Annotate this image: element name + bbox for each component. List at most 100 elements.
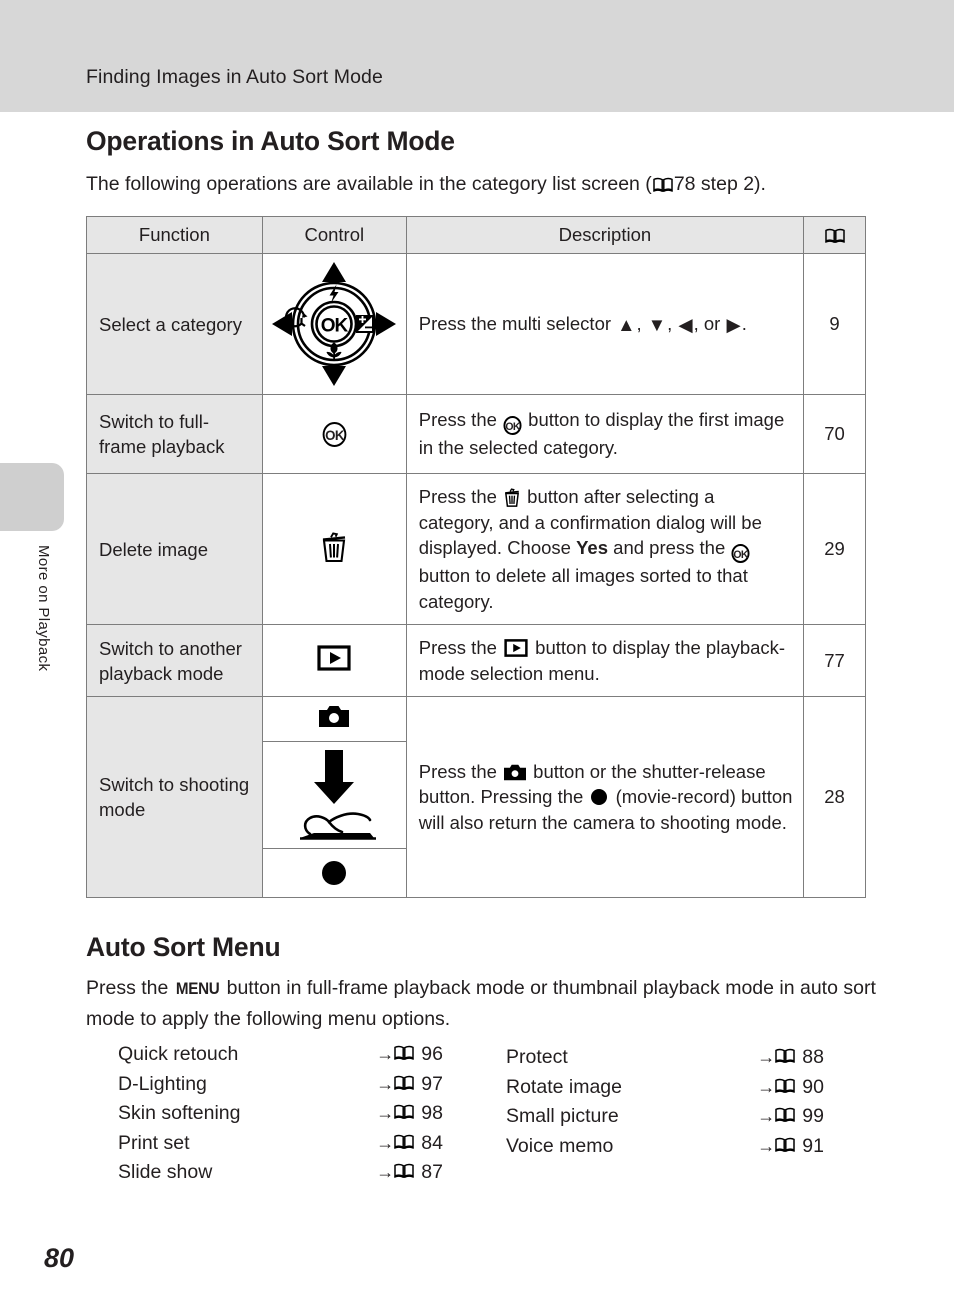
operations-lead-paragraph: The following operations are available i… xyxy=(86,169,886,199)
menu-option-label: Protect xyxy=(506,1046,568,1068)
arrow-right-icon: → xyxy=(376,1044,394,1064)
operations-section-heading: Operations in Auto Sort Mode xyxy=(86,126,455,156)
menu-option-page: 87 xyxy=(421,1161,443,1183)
menu-options-right-column: Protect → 88 Rotate image → 90 Small picture… xyxy=(506,1043,846,1161)
menu-option-row[interactable]: Small picture → 99 xyxy=(506,1102,824,1132)
row-reference-page: 70 xyxy=(803,394,866,474)
table-row: Select a category OK Press the multi sel… xyxy=(86,253,866,395)
row-description-full-frame-playback: Press the OK button to display the first… xyxy=(405,394,805,474)
row-reference-page: 29 xyxy=(803,473,866,625)
book-icon xyxy=(394,1134,415,1149)
desc-text-part1: Press the xyxy=(418,486,503,507)
row-control-shutter-release-button xyxy=(261,741,407,849)
book-icon xyxy=(775,1048,796,1063)
arrow-down-icon: ▼ xyxy=(647,313,667,335)
record-dot-icon xyxy=(322,861,347,885)
camera-icon xyxy=(319,706,350,727)
menu-option-row[interactable]: Protect → 88 xyxy=(506,1043,824,1073)
operations-lead-text-after: step 2). xyxy=(695,173,766,195)
ok-button-icon: OK xyxy=(503,416,522,436)
row-function-another-playback-mode: Switch to another playback mode xyxy=(86,624,263,697)
row-function-full-frame-playback: Switch to full-frame playback xyxy=(86,394,263,474)
row-description-shooting-mode: Press the button or the shutter-release … xyxy=(405,696,805,898)
ok-button-icon: OK xyxy=(322,421,347,447)
table-header-row: Function Control Description xyxy=(86,216,866,254)
book-icon xyxy=(775,1078,796,1093)
row-reference-page: 77 xyxy=(803,624,866,697)
menu-option-row[interactable]: D-Lighting → 97 xyxy=(118,1070,443,1100)
multi-selector-dial-icon: OK xyxy=(270,260,398,388)
arrow-right-icon: → xyxy=(376,1132,394,1153)
desc-text-part4: button to delete all images sorted to th… xyxy=(418,565,748,612)
menu-option-label: Slide show xyxy=(118,1161,213,1183)
menu-option-row[interactable]: Slide show → 87 xyxy=(118,1158,443,1188)
desc-text-part1: Press the multi selector xyxy=(418,312,617,334)
arrow-left-icon: ◀ xyxy=(678,313,693,335)
menu-option-label: Quick retouch xyxy=(118,1043,239,1065)
menu-option-page: 91 xyxy=(802,1134,824,1157)
menu-section-heading: Auto Sort Menu xyxy=(86,932,281,962)
menu-options-left-column: Quick retouch → 96 D-Lighting → 97 Skin soft… xyxy=(118,1040,458,1188)
menu-option-row[interactable]: Rotate image → 90 xyxy=(506,1073,824,1103)
book-icon xyxy=(775,1137,796,1152)
running-header-title: Finding Images in Auto Sort Mode xyxy=(86,66,383,88)
menu-lead-paragraph: Press the MENU button in full-frame play… xyxy=(86,973,876,1034)
book-icon xyxy=(394,1104,415,1119)
row-reference-page: 28 xyxy=(803,696,866,898)
row-control-trash-button xyxy=(261,473,407,625)
menu-option-row[interactable]: Quick retouch → 96 xyxy=(118,1040,443,1070)
menu-option-page: 99 xyxy=(802,1105,824,1127)
row-control-multi-selector: OK xyxy=(261,253,407,395)
operations-lead-ref-page: 78 xyxy=(673,173,696,195)
menu-option-label: Rotate image xyxy=(506,1075,622,1098)
row-description-select-category: Press the multi selector ▲, ▼, ◀, or ▶. xyxy=(405,253,805,395)
menu-option-page: 98 xyxy=(421,1102,443,1124)
table-row: Delete image Press the button after sele… xyxy=(86,473,866,625)
playback-icon xyxy=(504,638,528,657)
column-header-function: Function xyxy=(86,216,263,254)
page-number: 80 xyxy=(44,1243,75,1273)
menu-button-icon: MENU xyxy=(175,980,220,998)
menu-option-reference: → 99 xyxy=(757,1102,824,1132)
menu-option-reference: → 91 xyxy=(757,1132,824,1162)
row-control-camera-button xyxy=(261,696,407,742)
menu-option-page: 84 xyxy=(421,1131,443,1154)
table-row: Switch to full-frame playback OK Press t… xyxy=(86,394,866,474)
menu-option-page: 90 xyxy=(802,1075,824,1098)
menu-option-reference: → 84 xyxy=(376,1129,443,1159)
menu-option-reference: → 87 xyxy=(376,1158,443,1188)
desc-text-part1: Press the xyxy=(418,409,503,431)
row-function-shooting-mode: Switch to shooting mode xyxy=(86,696,263,898)
menu-option-label: Voice memo xyxy=(506,1134,614,1157)
menu-option-row[interactable]: Voice memo → 91 xyxy=(506,1132,824,1162)
book-icon xyxy=(394,1045,415,1060)
arrow-right-icon: → xyxy=(757,1047,775,1067)
arrow-up-icon: ▲ xyxy=(617,313,636,335)
camera-icon xyxy=(504,762,527,780)
section-tab-marker xyxy=(0,463,64,531)
menu-option-row[interactable]: Print set → 84 xyxy=(118,1129,443,1159)
svg-text:OK: OK xyxy=(321,316,349,337)
playback-icon xyxy=(317,645,351,671)
menu-option-page: 96 xyxy=(421,1043,443,1065)
row-control-movie-record-button xyxy=(261,848,407,898)
table-row: Switch to another playback mode Press th… xyxy=(86,624,866,697)
menu-lead-part1: Press the xyxy=(86,977,174,999)
column-header-control: Control xyxy=(261,216,407,254)
book-icon xyxy=(394,1163,415,1178)
menu-option-label: Skin softening xyxy=(118,1102,241,1124)
menu-option-row[interactable]: Skin softening → 98 xyxy=(118,1099,443,1129)
menu-option-reference: → 90 xyxy=(757,1073,824,1103)
desc-text-part1: Press the xyxy=(418,637,503,658)
shutter-release-icon xyxy=(284,746,384,844)
column-header-reference xyxy=(803,216,866,254)
record-dot-icon xyxy=(591,789,608,806)
arrow-right-icon: → xyxy=(376,1103,394,1123)
menu-option-page: 88 xyxy=(802,1046,824,1068)
row-control-ok-button: OK xyxy=(261,394,407,474)
menu-option-page: 97 xyxy=(421,1072,443,1095)
menu-option-label: Print set xyxy=(118,1131,190,1154)
arrow-right-icon: → xyxy=(757,1106,775,1126)
book-icon xyxy=(824,228,845,243)
row-control-playback-button xyxy=(261,624,407,697)
